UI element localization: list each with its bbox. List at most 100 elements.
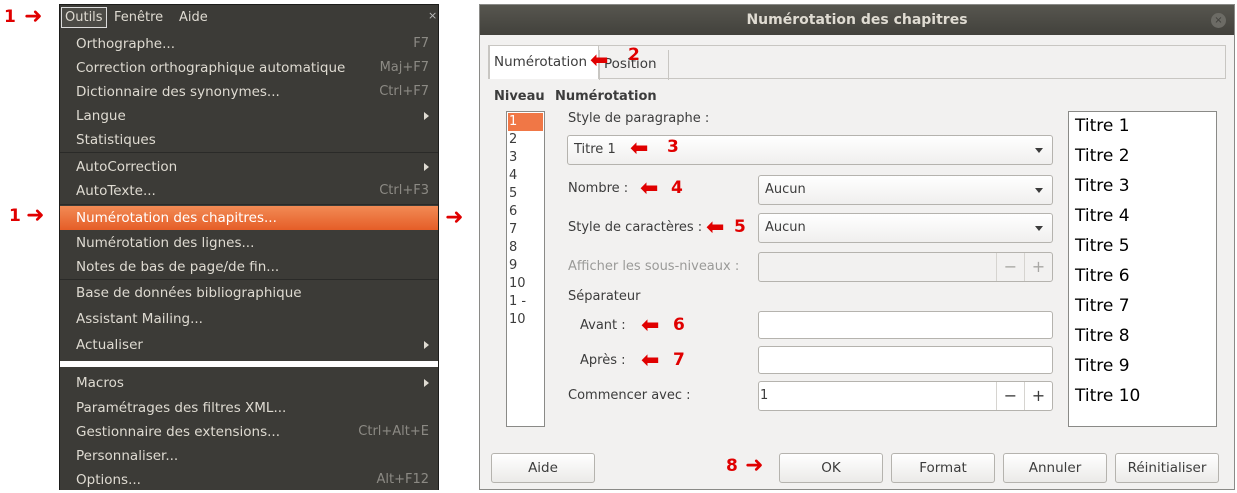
menu-item-shortcut: Maj+F7 bbox=[379, 60, 429, 75]
menu-separator bbox=[60, 279, 438, 280]
preview-panel: Titre 1 Titre 2 Titre 3 Titre 4 Titre 5 … bbox=[1068, 111, 1217, 427]
menu-item-numerotation-lignes[interactable]: Numérotation des lignes... bbox=[60, 231, 438, 255]
menu-item-label: Numérotation des chapitres... bbox=[76, 210, 277, 226]
chapter-numbering-dialog: Numérotation des chapitres × Position Nu… bbox=[479, 4, 1235, 490]
dialog-title: Numérotation des chapitres bbox=[746, 12, 968, 28]
close-icon[interactable]: × bbox=[428, 9, 438, 27]
annotation-8: 8 bbox=[726, 456, 738, 476]
plus-icon[interactable]: + bbox=[1024, 382, 1052, 410]
list-item[interactable]: 2 bbox=[508, 131, 543, 149]
list-item[interactable]: 4 bbox=[508, 167, 543, 185]
preview-item: Titre 9 bbox=[1075, 356, 1130, 376]
preview-item: Titre 1 bbox=[1075, 116, 1130, 136]
menubar-outils[interactable]: Outils bbox=[61, 7, 107, 28]
style-caracteres-select[interactable]: Aucun bbox=[758, 213, 1053, 243]
dialog-titlebar: Numérotation des chapitres × bbox=[480, 5, 1234, 35]
list-item[interactable]: 9 bbox=[508, 257, 543, 275]
annotation-3: 3 bbox=[667, 137, 679, 157]
level-list[interactable]: 1 2 3 4 5 6 7 8 9 10 1 - 10 bbox=[506, 111, 545, 427]
menu-item-filtres-xml[interactable]: Paramétrages des filtres XML... bbox=[60, 396, 438, 420]
avant-input[interactable] bbox=[758, 311, 1053, 339]
commencer-stepper[interactable]: 1 − + bbox=[758, 381, 1053, 411]
list-item[interactable]: 6 bbox=[508, 203, 543, 221]
close-icon[interactable]: × bbox=[1211, 13, 1226, 28]
menu-item-correction-auto[interactable]: Correction orthographique automatique Maj… bbox=[60, 56, 438, 80]
menu-item-label: Orthographe... bbox=[76, 36, 175, 52]
menu-item-statistiques[interactable]: Statistiques bbox=[60, 128, 438, 152]
menu-item-langue[interactable]: Langue bbox=[60, 104, 438, 128]
chevron-down-icon bbox=[1035, 148, 1043, 153]
menubar-aide[interactable]: Aide bbox=[176, 8, 211, 28]
menu-item-orthographe[interactable]: Orthographe... F7 bbox=[60, 32, 438, 56]
tools-menu: Orthographe... F7 Correction orthographiq… bbox=[60, 30, 438, 490]
chevron-down-icon bbox=[1035, 188, 1043, 193]
annotation-1-menuitem: 1 bbox=[9, 206, 21, 226]
tab-numerotation[interactable]: Numérotation bbox=[489, 45, 599, 79]
menu-item-notes[interactable]: Notes de bas de page/de fin... bbox=[60, 255, 438, 279]
list-item[interactable]: 1 - 10 bbox=[508, 293, 543, 327]
minus-icon: − bbox=[996, 253, 1024, 281]
list-item[interactable]: 5 bbox=[508, 185, 543, 203]
select-value: Aucun bbox=[765, 220, 806, 235]
nombre-select[interactable]: Aucun bbox=[758, 175, 1053, 205]
chevron-down-icon bbox=[1035, 226, 1043, 231]
list-item[interactable]: 8 bbox=[508, 239, 543, 257]
menu-item-label: AutoTexte... bbox=[76, 183, 156, 199]
menu-item-label: Gestionnaire des extensions... bbox=[76, 424, 281, 440]
arrow-right-icon: ➜ bbox=[445, 205, 464, 230]
menubar-fenetre[interactable]: Fenêtre bbox=[111, 8, 166, 28]
submenu-arrow-icon bbox=[424, 341, 429, 349]
list-item[interactable]: 3 bbox=[508, 149, 543, 167]
apres-input[interactable] bbox=[758, 346, 1053, 374]
menu-item-label: Personnaliser... bbox=[76, 448, 179, 464]
menu-item-mailing[interactable]: Assistant Mailing... bbox=[60, 307, 438, 331]
list-item[interactable]: 1 bbox=[508, 113, 543, 131]
menu-item-macros[interactable]: Macros bbox=[60, 371, 438, 395]
arrow-right-icon: ➜ bbox=[745, 453, 764, 478]
list-item[interactable]: 7 bbox=[508, 221, 543, 239]
arrow-left-icon: ⬅ bbox=[630, 136, 649, 161]
menu-item-extensions[interactable]: Gestionnaire des extensions... Ctrl+Alt+E bbox=[60, 420, 438, 444]
stepper-value: 1 bbox=[760, 388, 769, 403]
preview-item: Titre 3 bbox=[1075, 176, 1130, 196]
select-value: Aucun bbox=[765, 182, 806, 197]
menu-separator bbox=[60, 204, 438, 205]
separateur-label: Séparateur bbox=[568, 289, 641, 304]
menu-item-actualiser[interactable]: Actualiser bbox=[60, 333, 438, 357]
list-item[interactable]: 10 bbox=[508, 275, 543, 293]
menu-item-synonymes[interactable]: Dictionnaire des synonymes... Ctrl+F7 bbox=[60, 80, 438, 104]
apres-label: Après : bbox=[580, 353, 626, 368]
arrow-left-icon: ⬅ bbox=[706, 215, 725, 240]
menu-item-bibliographie[interactable]: Base de données bibliographique bbox=[60, 281, 438, 305]
menu-separator bbox=[60, 152, 438, 153]
menu-item-autotexte[interactable]: AutoTexte... Ctrl+F3 bbox=[60, 179, 438, 203]
menu-item-options[interactable]: Options... Alt+F12 bbox=[60, 468, 438, 492]
menu-item-numerotation-chapitres[interactable]: Numérotation des chapitres... bbox=[60, 206, 438, 230]
arrow-left-icon: ⬅ bbox=[641, 313, 660, 338]
preview-item: Titre 8 bbox=[1075, 326, 1130, 346]
sous-niveaux-stepper: − + bbox=[758, 252, 1053, 282]
menu-separator bbox=[60, 361, 438, 367]
menu-item-label: Correction orthographique automatique bbox=[76, 60, 346, 76]
menu-item-label: AutoCorrection bbox=[76, 159, 178, 175]
annuler-button[interactable]: Annuler bbox=[1003, 453, 1107, 483]
style-caracteres-label: Style de caractères : bbox=[568, 220, 703, 235]
select-value: Titre 1 bbox=[574, 142, 616, 157]
niveau-header: Niveau bbox=[494, 89, 545, 104]
menu-item-shortcut: Ctrl+F3 bbox=[379, 183, 429, 198]
arrow-right-icon: ➜ bbox=[26, 203, 45, 228]
menu-item-personnaliser[interactable]: Personnaliser... bbox=[60, 444, 438, 468]
menu-item-label: Macros bbox=[76, 375, 124, 391]
annotation-1-menubar: 1 bbox=[4, 7, 16, 27]
preview-item: Titre 6 bbox=[1075, 266, 1130, 286]
minus-icon[interactable]: − bbox=[996, 382, 1024, 410]
menu-item-label: Base de données bibliographique bbox=[76, 285, 302, 301]
style-paragraphe-label: Style de paragraphe : bbox=[568, 111, 710, 126]
reinitialiser-button[interactable]: Réinitialiser bbox=[1115, 453, 1219, 483]
aide-button[interactable]: Aide bbox=[491, 453, 595, 483]
preview-item: Titre 4 bbox=[1075, 206, 1130, 226]
menu-item-autocorrection[interactable]: AutoCorrection bbox=[60, 155, 438, 179]
format-button[interactable]: Format bbox=[891, 453, 995, 483]
ok-button[interactable]: OK bbox=[779, 453, 883, 483]
annotation-5: 5 bbox=[734, 217, 746, 237]
